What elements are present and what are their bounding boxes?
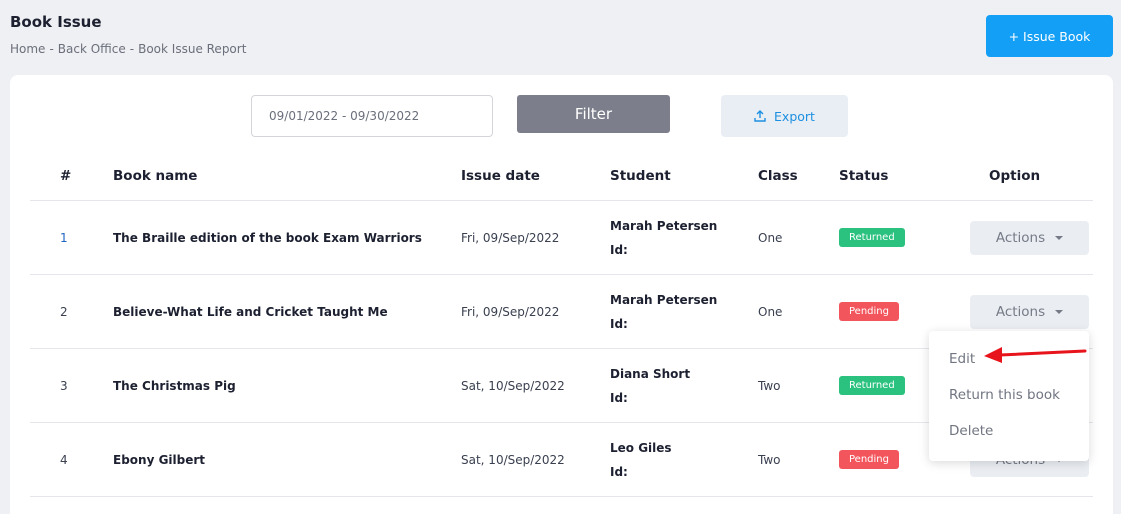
class-value: Two [758, 452, 781, 467]
annotation-arrow-icon [984, 347, 1087, 363]
status-badge: Returned [839, 376, 905, 395]
export-button[interactable]: Export [721, 95, 848, 137]
table-header: # Book name Issue date Student Class Sta… [30, 157, 1093, 201]
student-name: Diana Short [610, 366, 691, 381]
row-number: 2 [60, 304, 68, 319]
column-option: Option [989, 168, 1041, 184]
row-number: 4 [60, 452, 68, 467]
issue-date: Sat, 10/Sep/2022 [461, 378, 565, 393]
status-cell: Returned [839, 349, 905, 422]
issue-book-button[interactable]: + Issue Book [986, 15, 1113, 57]
class-value: One [758, 304, 783, 319]
breadcrumb-back-office[interactable]: Back Office [58, 42, 126, 56]
status-badge: Pending [839, 302, 899, 321]
student-id-label: Id: [610, 242, 628, 257]
student-name: Leo Giles [610, 440, 672, 455]
menu-item-delete[interactable]: Delete [949, 423, 993, 439]
column-number: # [60, 168, 72, 184]
row-number: 1 [60, 230, 68, 245]
caret-down-icon [1055, 235, 1064, 240]
actions-label: Actions [995, 303, 1046, 320]
column-class: Class [758, 168, 798, 184]
column-issue-date: Issue date [461, 168, 540, 184]
breadcrumb-current: Book Issue Report [138, 42, 247, 56]
student-cell: Leo Giles Id: [610, 423, 672, 496]
menu-item-edit[interactable]: Edit [949, 351, 975, 367]
menu-item-return-book[interactable]: Return this book [949, 387, 1060, 403]
issue-date: Fri, 09/Sep/2022 [461, 230, 560, 245]
breadcrumb: Home - Back Office - Book Issue Report [10, 42, 246, 56]
column-student: Student [610, 168, 671, 184]
status-cell: Pending [839, 275, 899, 348]
student-id-label: Id: [610, 316, 628, 331]
actions-button[interactable]: Actions [970, 294, 1089, 329]
table-row: 1 The Braille edition of the book Exam W… [30, 201, 1093, 275]
book-name: Believe-What Life and Cricket Taught Me [113, 304, 388, 319]
page-title: Book Issue [10, 13, 102, 31]
filter-button[interactable]: Filter [517, 95, 670, 133]
book-name: The Braille edition of the book Exam War… [113, 230, 422, 245]
book-name: Ebony Gilbert [113, 452, 206, 467]
student-cell: Marah Petersen Id: [610, 275, 717, 348]
column-status: Status [839, 168, 889, 184]
date-range-input[interactable]: 09/01/2022 - 09/30/2022 [251, 95, 493, 137]
student-id-label: Id: [610, 390, 628, 405]
student-cell: Marah Petersen Id: [610, 201, 717, 274]
student-id-label: Id: [610, 464, 628, 479]
status-badge: Returned [839, 228, 905, 247]
export-label: Export [774, 108, 815, 124]
status-cell: Pending [839, 423, 899, 496]
upload-icon [754, 110, 766, 122]
caret-down-icon [1055, 309, 1064, 314]
option-cell: Actions [970, 201, 1089, 274]
book-name: The Christmas Pig [113, 378, 236, 393]
issue-date: Sat, 10/Sep/2022 [461, 452, 565, 467]
breadcrumb-separator: - [129, 42, 135, 56]
status-cell: Returned [839, 201, 905, 274]
column-book-name: Book name [113, 168, 198, 184]
student-cell: Diana Short Id: [610, 349, 690, 422]
actions-label: Actions [995, 229, 1046, 246]
breadcrumb-separator: - [49, 42, 54, 56]
class-value: One [758, 230, 783, 245]
actions-button[interactable]: Actions [970, 220, 1089, 255]
issue-date: Fri, 09/Sep/2022 [461, 304, 560, 319]
status-badge: Pending [839, 450, 899, 469]
row-number: 3 [60, 378, 68, 393]
class-value: Two [758, 378, 781, 393]
student-name: Marah Petersen [610, 218, 718, 233]
breadcrumb-home[interactable]: Home [10, 42, 45, 56]
student-name: Marah Petersen [610, 292, 718, 307]
